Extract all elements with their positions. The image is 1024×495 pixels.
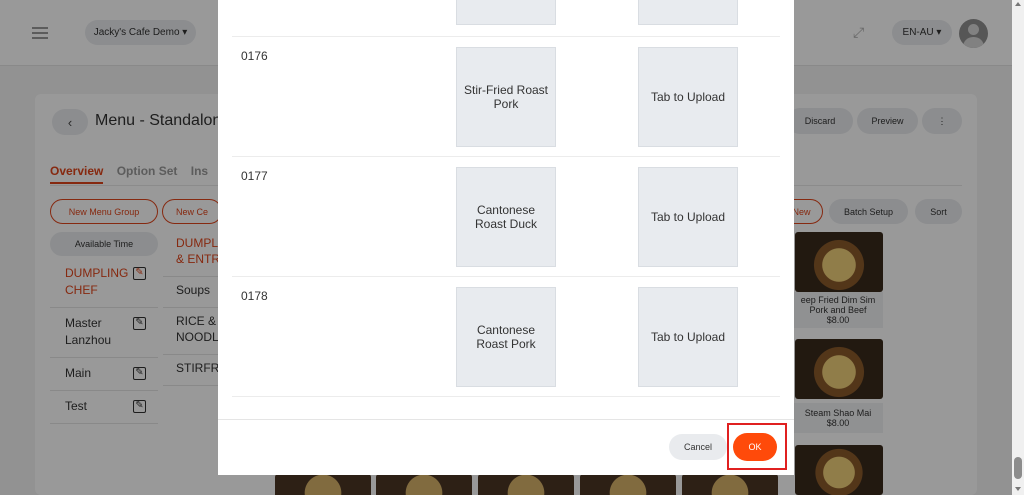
scrollbar-thumb[interactable] xyxy=(1014,457,1022,479)
table-row: 0176 Stir-Fried Roast Pork Tab to Upload xyxy=(232,37,780,157)
table-row: 0178 Cantonese Roast Pork Tab to Upload xyxy=(232,277,780,397)
cancel-button[interactable]: Cancel xyxy=(669,434,727,460)
dish-tile: Cantonese Roast Pork xyxy=(456,287,556,387)
image-upload-modal: 0176 Stir-Fried Roast Pork Tab to Upload… xyxy=(218,0,794,475)
dish-tile: Cantonese Roast Duck xyxy=(456,167,556,267)
table-row xyxy=(232,0,780,37)
item-code: 0176 xyxy=(241,49,268,63)
upload-tile[interactable]: Tab to Upload xyxy=(638,167,738,267)
scroll-up-icon[interactable] xyxy=(1015,2,1021,6)
scrollbar[interactable] xyxy=(1012,0,1024,495)
upload-tile[interactable]: Tab to Upload xyxy=(638,47,738,147)
upload-tile[interactable]: Tab to Upload xyxy=(638,287,738,387)
dish-tile: Stir-Fried Roast Pork xyxy=(456,47,556,147)
scroll-down-icon[interactable] xyxy=(1015,487,1021,491)
item-code: 0177 xyxy=(241,169,268,183)
modal-footer-divider xyxy=(218,419,794,420)
table-row: 0177 Cantonese Roast Duck Tab to Upload xyxy=(232,157,780,277)
ok-button[interactable]: OK xyxy=(733,433,777,461)
item-code: 0178 xyxy=(241,289,268,303)
